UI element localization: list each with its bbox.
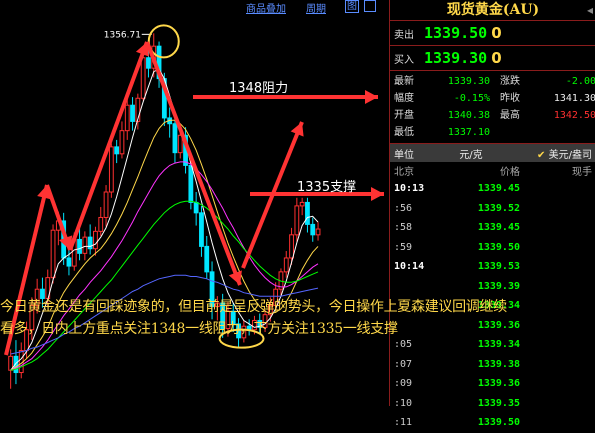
candle-body [146,57,151,69]
candle-body [305,201,310,225]
support-label: 1335支撑 [297,180,356,195]
candle-body [66,257,72,267]
candle-body [299,201,305,207]
candle-body [315,228,321,236]
tick-row: :07 1339.38 [390,355,595,375]
tick-price: 1339.35 [477,397,520,409]
buy-row: 买入 1339.30 0 [390,46,595,71]
stats-block: 最新 1339.30 涨跌 -2.00 幅度 -0.15% 昨收 1341.30 开盘 1… [390,71,595,144]
candle-body [114,146,120,155]
candlestick-chart[interactable]: 1356.71 1348阻力 1335支撑 商品叠加 周期 图 [0,0,389,406]
high-price-label: 1356.71 [104,30,141,40]
unit-row: 单位 元/克 ✔ 美元/盎司 [390,144,595,162]
overlay-button[interactable]: 商品叠加 [246,0,286,15]
trend-arrowhead [371,187,384,201]
tick-price: 1339.50 [477,241,520,253]
candle-body [98,216,104,232]
candle-body [119,130,125,155]
commentary-line-1: 今日黄金还是有回踩迹象的，但目前是呈反弹的势头，今日操作上夏森建议回调继续 [0,299,507,315]
quote-panel: 现货黄金(AU) ◂ 卖出 1339.50 0 买入 1339.30 0 最新 1… [389,0,595,428]
tick-price: 1339.45 [477,222,520,234]
tick-time: :58 [394,222,413,234]
candle-body [93,230,98,250]
tick-price: 1339.53 [477,261,520,273]
candle-body [103,191,109,218]
candle-body [82,236,88,254]
tick-row: 10:14 1339.53 [390,257,595,277]
tick-time: :09 [394,378,413,390]
tick-row: :09 1339.36 [390,374,595,394]
trend-arrowhead [365,90,378,104]
candle-body [310,223,316,236]
candle-body [87,236,93,250]
buy-price: 1339.30 [424,49,488,67]
tick-row: :11 1339.50 [390,413,595,433]
tick-price: 1339.38 [477,358,520,370]
tick-row: 1339.39 [390,277,595,297]
tick-price: 1339.52 [477,202,520,214]
candle-body [50,229,56,279]
candle-body [188,164,194,203]
sell-price: 1339.50 [424,24,488,42]
tick-row: :59 1339.50 [390,238,595,258]
trend-arrow [68,41,149,251]
tick-time: :11 [394,417,413,429]
unit-alt-toggle[interactable]: ✔ 美元/盎司 [506,146,595,161]
sell-row: 卖出 1339.50 0 [390,21,595,46]
small-chart-button[interactable]: 图 [345,0,359,13]
candle-body [108,146,114,193]
tick-row: 10:13 1339.45 [390,179,595,199]
candle-body [140,57,146,99]
panel-title: 现货黄金(AU) ◂ [390,0,595,21]
resistance-label: 1348阻力 [229,81,288,96]
tick-price: 1339.39 [477,280,520,292]
tick-time: :07 [394,358,413,370]
unit-selector[interactable]: 元/克 [436,146,506,161]
tick-price: 1339.36 [477,378,520,390]
candle-body [289,234,294,259]
period-button[interactable]: 周期 [306,0,326,15]
commentary-line-2: 看多，日内上方重点关注1348一线阻力，下方关注1335一线支撑 [0,321,398,337]
candle-body [77,238,82,254]
candle-body [172,123,178,154]
tick-price: 1339.34 [477,339,520,351]
tick-header: 北京 价格 现手 [394,167,592,178]
check-icon: ✔ [537,149,546,161]
candle-body [204,245,210,273]
candle-body [283,257,289,273]
tick-time: :56 [394,202,413,214]
window-toggle-icon[interactable] [364,0,376,12]
candle-body [130,104,135,122]
tick-time: 10:13 [394,183,425,195]
tick-time: 10:14 [394,261,425,273]
chart-svg: 1356.71 1348阻力 1335支撑 [4,24,384,389]
tick-price: 1339.45 [477,183,520,195]
tick-time: :05 [394,339,413,351]
candle-body [193,201,199,214]
tick-time: :10 [394,397,413,409]
candle-body [199,212,204,247]
candle-body [294,205,300,236]
tick-row: :58 1339.45 [390,218,595,238]
tick-price: 1339.50 [477,417,520,429]
sell-volume: 0 [491,24,502,42]
candle-body [124,104,130,132]
trend-arrow [145,41,242,286]
buy-volume: 0 [491,49,502,67]
tick-row: :10 1339.35 [390,394,595,414]
tick-time: :59 [394,241,413,253]
tick-row: :56 1339.52 [390,199,595,219]
close-icon[interactable]: ◂ [587,0,593,20]
